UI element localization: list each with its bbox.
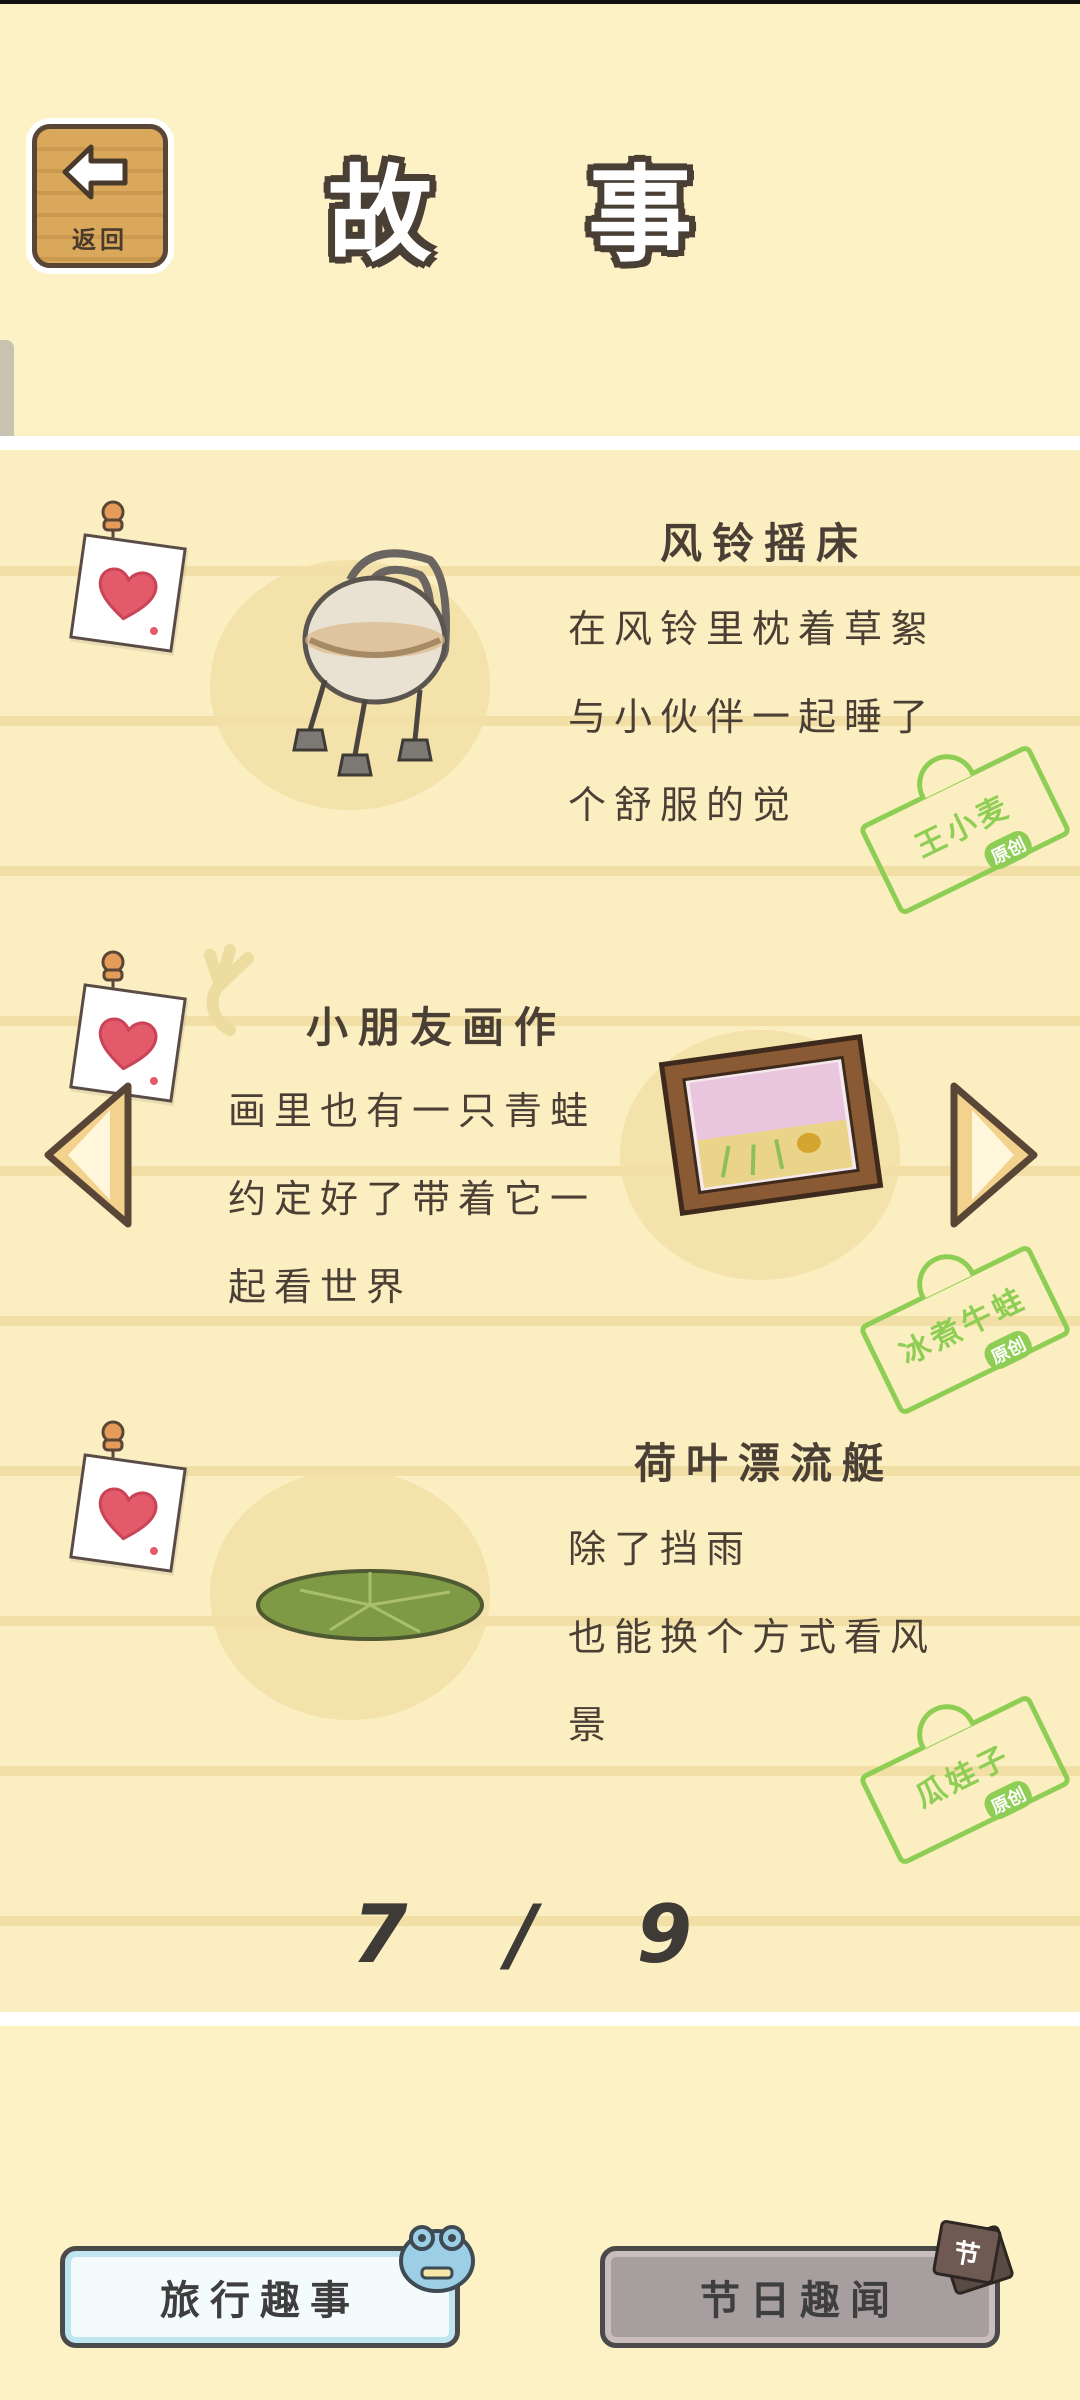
festival-card-glyph: 节: [931, 2219, 1003, 2285]
author-stamp: 瓜娃子 原创: [857, 1693, 1073, 1867]
story-title: 荷叶漂流艇: [634, 1439, 895, 1488]
stamp-author: 冰煮牛蛙: [894, 1281, 1033, 1373]
framed-painting-image: [658, 1033, 884, 1217]
frog-footprint-icon: [204, 944, 254, 1036]
story-card[interactable]: 荷叶漂流艇 除了挡雨 也能换个方式看风 景 瓜娃子 原创: [0, 1420, 1080, 1880]
story-line: 个舒服的觉: [568, 783, 799, 827]
story-line: 与小伙伴一起睡了: [568, 695, 937, 739]
frog-stamp-icon: [907, 744, 976, 801]
story-line: 画里也有一只青蛙: [228, 1089, 597, 1133]
frog-stamp-icon: [907, 1694, 976, 1751]
story-line: 起看世界: [228, 1265, 413, 1309]
story-line: 景: [568, 1703, 615, 1747]
favorite-note[interactable]: [69, 1453, 187, 1573]
divider-bottom: [0, 2012, 1080, 2026]
page-title: 故 事: [327, 154, 753, 276]
heart-icon: [98, 1487, 158, 1541]
story-line: 也能换个方式看风: [568, 1615, 937, 1659]
author-stamp: 王小麦 原创: [857, 743, 1073, 917]
story-title: 小朋友画作: [306, 1003, 567, 1052]
divider-top: [0, 436, 1080, 450]
lotus-leaf-image: [256, 1569, 484, 1641]
note-dot: [149, 1546, 159, 1556]
note-dot: [149, 1076, 159, 1086]
frog-stamp-icon: [907, 1244, 976, 1301]
story-line: 在风铃里枕着草絮: [568, 607, 937, 651]
note-dot: [149, 626, 159, 636]
story-line: 约定好了带着它一: [228, 1177, 597, 1221]
favorite-note[interactable]: [69, 533, 187, 653]
heart-icon: [98, 567, 158, 621]
author-stamp: 冰煮牛蛙 原创: [857, 1243, 1073, 1417]
page-indicator: 7 / 9: [351, 1888, 729, 1981]
story-title: 风铃摇床: [660, 519, 869, 568]
festival-card-icon: 节: [931, 2219, 1016, 2297]
story-line: 除了挡雨: [568, 1527, 753, 1571]
tab-festival-label: 节日趣闻: [700, 2278, 900, 2324]
story-list: 风铃摇床 在风铃里枕着草絮 与小伙伴一起睡了 个舒服的觉 王小麦 原创 小朋友画…: [0, 450, 1080, 2015]
stamp-author: 瓜娃子: [909, 1738, 1017, 1815]
story-card[interactable]: 小朋友画作 画里也有一只青蛙 约定好了带着它一 起看世界 冰煮牛蛙 原创: [0, 944, 1080, 1417]
previous-page-button[interactable]: [40, 1080, 140, 1230]
tab-travel-label: 旅行趣事: [160, 2278, 360, 2324]
story-card[interactable]: 风铃摇床 在风铃里枕着草絮 与小伙伴一起睡了 个舒服的觉 王小麦 原创: [0, 480, 1080, 940]
stamp-author: 王小麦: [909, 788, 1017, 865]
next-page-button[interactable]: [942, 1080, 1042, 1230]
wind-chime-bed-image: [292, 549, 450, 777]
frog-character-icon: [399, 2225, 475, 2293]
heart-icon: [98, 1017, 158, 1071]
